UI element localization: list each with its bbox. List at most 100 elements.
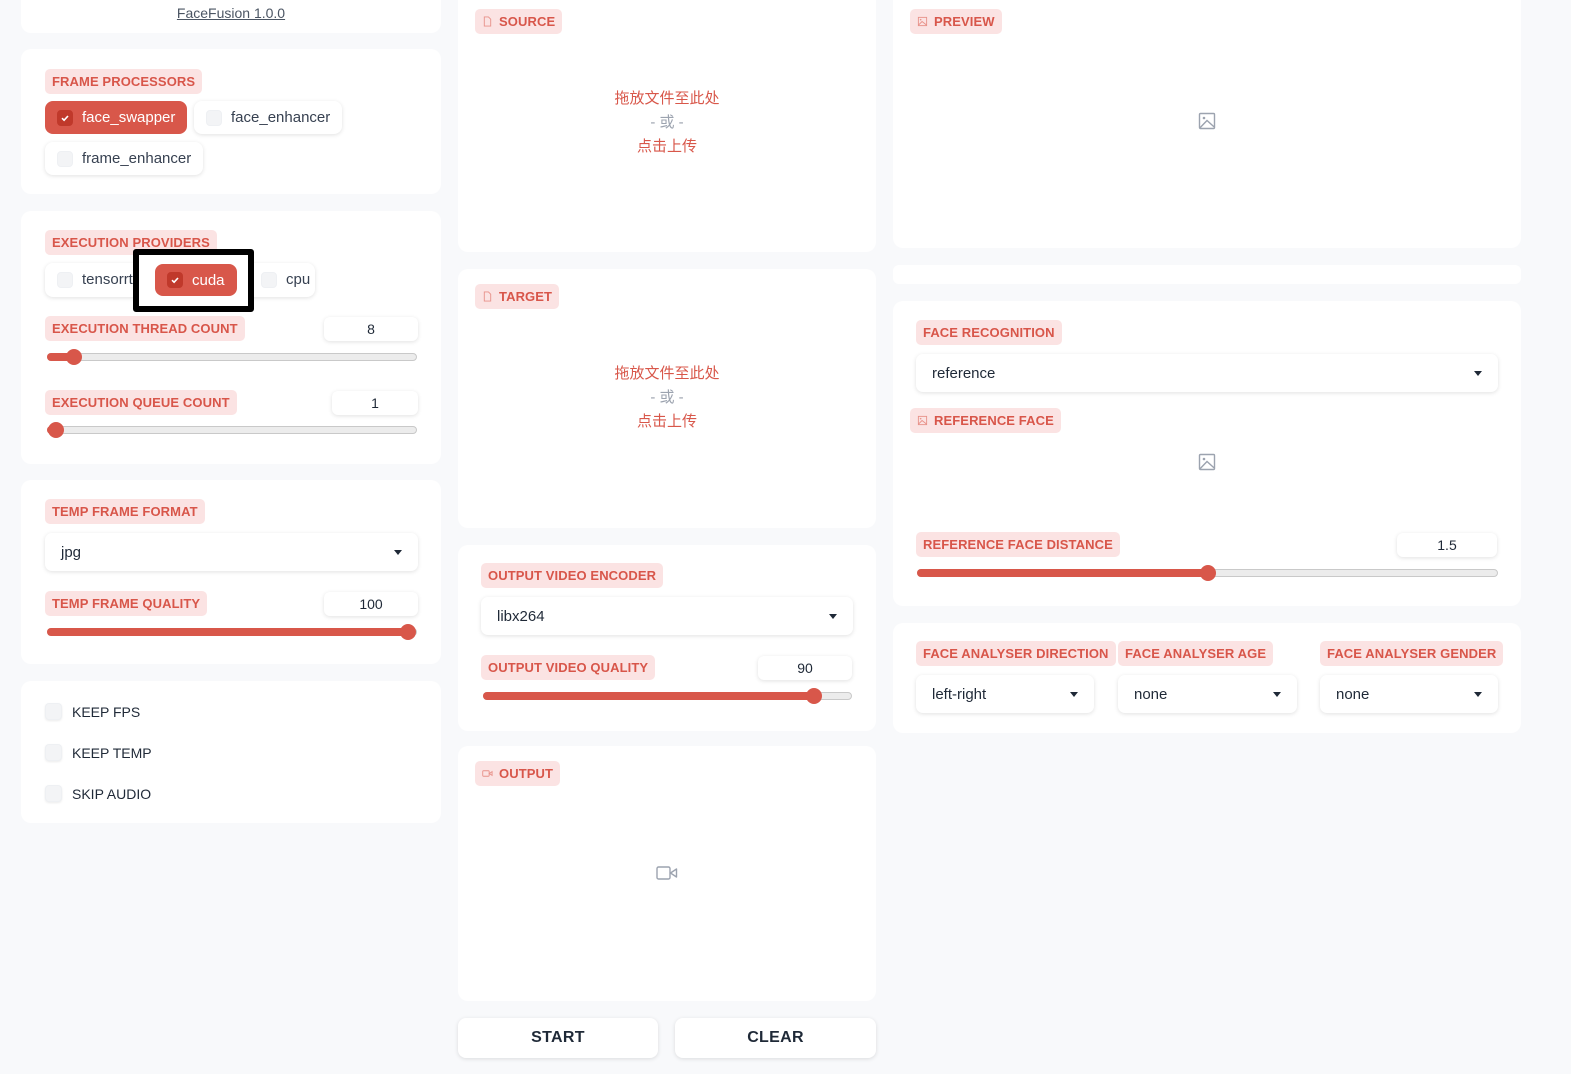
- drop-file-text: 拖放文件至此处: [614, 365, 720, 382]
- preview-label: PREVIEW: [910, 9, 1002, 34]
- checkbox-label: SKIP AUDIO: [72, 785, 152, 802]
- execution-thread-count-slider[interactable]: [47, 349, 417, 365]
- checkbox-checked-icon: [167, 272, 183, 288]
- execution-thread-count-label-text: EXECUTION THREAD COUNT: [52, 321, 238, 336]
- face-recognition-dropdown[interactable]: reference: [916, 354, 1498, 392]
- checkbox-tensorrt[interactable]: tensorrt: [57, 271, 133, 288]
- reference-face-distance-input[interactable]: 1.5: [1397, 533, 1497, 557]
- temp-frame-format-dropdown[interactable]: jpg: [45, 533, 418, 571]
- output-video-encoder-label: OUTPUT VIDEO ENCODER: [481, 563, 664, 588]
- checkbox-label: frame_enhancer: [82, 150, 192, 167]
- slider-thumb[interactable]: [400, 624, 416, 640]
- checkbox-keep-fps[interactable]: KEEP FPS: [45, 703, 140, 720]
- reference-face-distance-label-text: REFERENCE FACE DISTANCE: [923, 537, 1113, 552]
- execution-panel: EXECUTION PROVIDERS tensorrt cpu cuda EX…: [21, 211, 441, 464]
- checkbox-label: face_enhancer: [231, 109, 331, 126]
- target-drop-zone-text[interactable]: 拖放文件至此处 - 或 - 点击上传: [458, 362, 876, 434]
- click-upload-text: 点击上传: [636, 413, 697, 430]
- face-analyser-age-dropdown[interactable]: none: [1118, 675, 1297, 713]
- temp-frame-format-label: TEMP FRAME FORMAT: [45, 499, 205, 524]
- face-analyser-age-label: FACE ANALYSER AGE: [1118, 641, 1274, 666]
- face-analyser-direction-dropdown[interactable]: left-right: [916, 675, 1094, 713]
- source-drop-zone-text[interactable]: 拖放文件至此处 - 或 - 点击上传: [458, 87, 876, 159]
- checkbox-unchecked-icon: [57, 271, 73, 288]
- source-label-text: SOURCE: [499, 14, 556, 29]
- execution-queue-count-slider[interactable]: [47, 422, 417, 438]
- source-upload-panel[interactable]: SOURCE 拖放文件至此处 - 或 - 点击上传: [458, 0, 876, 252]
- frame-processors-label: FRAME PROCESSORS: [45, 69, 203, 94]
- file-icon: [483, 291, 492, 302]
- chevron-down-icon: [1273, 691, 1281, 697]
- slider-thumb[interactable]: [1199, 565, 1216, 581]
- output-label-text: OUTPUT: [499, 766, 554, 781]
- execution-thread-count-label: EXECUTION THREAD COUNT: [45, 316, 245, 341]
- output-video-placeholder: [458, 861, 876, 885]
- slider-thumb[interactable]: [806, 688, 823, 704]
- checkbox-checked-icon: [57, 109, 73, 126]
- reference-face-distance-slider[interactable]: [917, 565, 1498, 581]
- image-icon: [1198, 453, 1216, 471]
- file-icon: [483, 16, 492, 27]
- output-video-encoder-dropdown[interactable]: libx264: [481, 597, 853, 635]
- slider-thumb[interactable]: [65, 349, 82, 365]
- execution-queue-count-label: EXECUTION QUEUE COUNT: [45, 390, 237, 415]
- output-video-panel: OUTPUT VIDEO ENCODER libx264 OUTPUT VIDE…: [458, 545, 876, 731]
- execution-providers-label-text: EXECUTION PROVIDERS: [52, 235, 210, 250]
- temp-frame-quality-input[interactable]: 100: [324, 592, 418, 616]
- target-label: TARGET: [475, 284, 560, 309]
- slider-thumb[interactable]: [48, 422, 64, 438]
- reference-face-label-text: REFERENCE FACE: [934, 413, 1054, 428]
- app-title-link[interactable]: FaceFusion 1.0.0: [21, 5, 441, 21]
- image-icon: [1198, 112, 1216, 130]
- output-panel: OUTPUT: [458, 746, 876, 1001]
- or-text: - 或 -: [650, 114, 684, 131]
- checkbox-face-enhancer[interactable]: face_enhancer: [194, 101, 343, 134]
- preview-image-placeholder: [893, 110, 1521, 132]
- checkbox-frame-enhancer[interactable]: frame_enhancer: [45, 142, 204, 175]
- checkbox-unchecked-icon: [206, 109, 222, 126]
- chevron-down-icon: [1070, 691, 1078, 697]
- title-panel: FaceFusion 1.0.0: [21, 0, 441, 33]
- toggles-panel: KEEP FPS KEEP TEMP SKIP AUDIO: [21, 681, 441, 823]
- face-recognition-label: FACE RECOGNITION: [916, 320, 1062, 345]
- preview-label-text: PREVIEW: [934, 14, 995, 29]
- frame-processors-panel: FRAME PROCESSORS face_swapper face_enhan…: [21, 49, 441, 194]
- output-video-quality-label: OUTPUT VIDEO QUALITY: [481, 655, 656, 680]
- checkbox-label: cpu: [286, 271, 311, 288]
- checkbox-keep-temp[interactable]: KEEP TEMP: [45, 744, 152, 761]
- dropdown-value: reference: [932, 364, 996, 382]
- checkbox-skip-audio[interactable]: SKIP AUDIO: [45, 785, 151, 802]
- face-analyser-direction-label-text: FACE ANALYSER DIRECTION: [923, 646, 1109, 661]
- output-video-quality-slider[interactable]: [483, 688, 852, 704]
- checkbox-label: cuda: [192, 271, 225, 289]
- drop-file-text: 拖放文件至此处: [614, 90, 720, 107]
- checkbox-unchecked-icon: [45, 703, 62, 720]
- face-analyser-gender-label-text: FACE ANALYSER GENDER: [1327, 646, 1497, 661]
- image-icon: [917, 415, 928, 426]
- checkbox-cpu[interactable]: cpu: [261, 271, 310, 288]
- preview-panel: PREVIEW: [893, 0, 1521, 248]
- checkbox-face-swapper[interactable]: face_swapper: [45, 101, 188, 134]
- image-icon: [917, 16, 928, 27]
- clear-button[interactable]: CLEAR: [675, 1018, 876, 1058]
- start-button[interactable]: START: [458, 1018, 658, 1058]
- temp-frame-format-label-text: TEMP FRAME FORMAT: [52, 504, 198, 519]
- face-analyser-direction-label: FACE ANALYSER DIRECTION: [916, 641, 1116, 666]
- checkbox-cuda[interactable]: cuda: [155, 264, 237, 296]
- slider-fill: [917, 569, 1208, 577]
- temp-frame-quality-slider[interactable]: [47, 624, 417, 640]
- chevron-down-icon: [1474, 691, 1482, 697]
- execution-thread-count-input[interactable]: 8: [324, 317, 418, 341]
- face-recognition-label-text: FACE RECOGNITION: [923, 325, 1055, 340]
- target-upload-panel[interactable]: TARGET 拖放文件至此处 - 或 - 点击上传: [458, 269, 876, 528]
- execution-queue-count-input[interactable]: 1: [332, 391, 418, 415]
- reference-face-gallery[interactable]: [893, 451, 1521, 473]
- face-analyser-panel: FACE ANALYSER DIRECTION left-right FACE …: [893, 623, 1521, 733]
- face-analyser-gender-dropdown[interactable]: none: [1320, 675, 1498, 713]
- dropdown-value: libx264: [497, 607, 545, 625]
- reference-face-label: REFERENCE FACE: [910, 408, 1061, 433]
- temp-frame-panel: TEMP FRAME FORMAT jpg TEMP FRAME QUALITY…: [21, 480, 441, 664]
- checkbox-unchecked-icon: [57, 150, 73, 167]
- checkbox-unchecked-icon: [45, 785, 62, 802]
- output-video-quality-input[interactable]: 90: [758, 656, 852, 680]
